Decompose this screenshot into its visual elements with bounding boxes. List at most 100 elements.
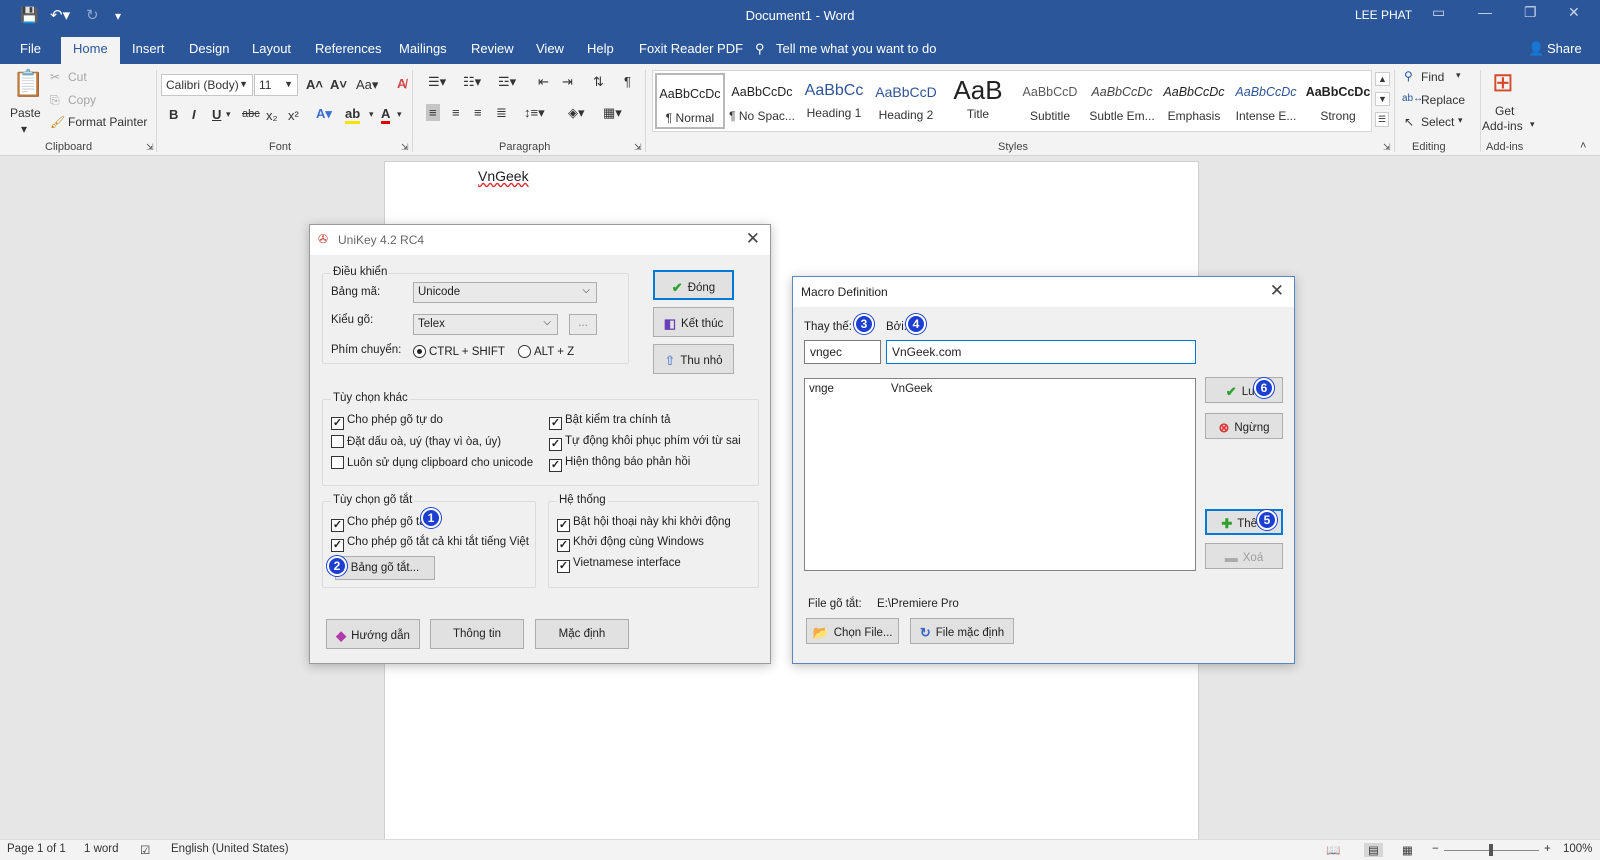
align-right-icon[interactable]: ≡	[474, 105, 482, 120]
macro-when-off-checkbox[interactable]: ✓ Cho phép gõ tắt cả khi tắt tiếng Việt	[331, 536, 529, 552]
format-painter-icon[interactable]: 🖌	[50, 115, 65, 129]
clipboard-unicode-checkbox[interactable]: Luôn sử dụng clipboard cho unicode	[331, 456, 533, 469]
copy-icon[interactable]: ⎘	[50, 93, 60, 108]
sort-icon[interactable]: ⇅	[593, 74, 604, 90]
paste-icon[interactable]: 📋	[12, 68, 44, 99]
superscript-icon[interactable]: x²	[288, 108, 299, 123]
list-item[interactable]: vnge VnGeek	[809, 383, 933, 395]
style-heading-1[interactable]: AaBbCc Heading 1	[799, 73, 869, 129]
redo-icon[interactable]: ↻	[86, 6, 99, 24]
shading-icon[interactable]: ◈▾	[568, 105, 585, 121]
tab-layout[interactable]: Layout	[252, 41, 291, 56]
minimize-button[interactable]: ⇧ Thu nhỏ	[653, 344, 734, 374]
style-heading-2[interactable]: AaBbCcD Heading 2	[871, 73, 941, 129]
find-icon[interactable]: ⚲	[1404, 69, 1413, 83]
numbering-icon[interactable]: ☷▾	[463, 74, 481, 90]
text-effects-icon[interactable]: A▾	[316, 106, 332, 122]
show-feedback-checkbox[interactable]: ✓ Hiện thông báo phản hồi	[549, 456, 690, 472]
style-no-spacing[interactable]: AaBbCcDc ¶ No Spac...	[727, 73, 797, 129]
switch-ctrl-shift-radio[interactable]: CTRL + SHIFT	[413, 345, 505, 358]
paragraph-launcher-icon[interactable]: ⇲	[634, 142, 642, 153]
select-icon[interactable]: ↖	[1404, 115, 1414, 129]
replace-input[interactable]: vngec	[804, 340, 881, 364]
align-left-icon[interactable]: ≡	[426, 104, 440, 121]
paste-dropdown-icon[interactable]: ▾	[21, 122, 27, 136]
styles-scroll-up-icon[interactable]: ▲	[1375, 72, 1390, 86]
document-text[interactable]: VnGeek	[478, 168, 529, 184]
start-with-windows-checkbox[interactable]: ✓ Khởi động cùng Windows	[557, 536, 704, 552]
macro-table-button[interactable]: Bảng gõ tắt...	[335, 556, 435, 580]
style-title[interactable]: AaB Title	[943, 73, 1013, 129]
charset-select[interactable]: Unicode ⌵	[413, 282, 597, 303]
borders-icon[interactable]: ▦▾	[603, 105, 622, 121]
word-count[interactable]: 1 word	[84, 843, 119, 855]
print-layout-icon[interactable]: ▤	[1364, 843, 1383, 857]
share-icon[interactable]: 👤	[1528, 41, 1544, 57]
highlight-dropdown-icon[interactable]: ▾	[369, 109, 374, 120]
style-emphasis[interactable]: AaBbCcDc Emphasis	[1159, 73, 1229, 129]
read-mode-icon[interactable]: 📖	[1326, 843, 1340, 857]
collapse-ribbon-icon[interactable]: ˄	[1580, 140, 1586, 152]
replace-icon[interactable]: ab↔	[1402, 93, 1423, 104]
subscript-icon[interactable]: x₂	[266, 108, 278, 123]
line-spacing-icon[interactable]: ↕≡▾	[524, 105, 545, 121]
show-on-startup-checkbox[interactable]: ✓ Bật hội thoại này khi khởi động	[557, 516, 731, 532]
replace-button[interactable]: Replace	[1421, 93, 1465, 107]
format-painter-button[interactable]: Format Painter	[68, 115, 147, 129]
web-layout-icon[interactable]: ▦	[1402, 843, 1413, 857]
macro-close-icon[interactable]: ✕	[1270, 281, 1284, 301]
styles-more-icon[interactable]: ☰	[1375, 112, 1390, 127]
copy-button[interactable]: Copy	[68, 93, 96, 107]
zoom-level[interactable]: 100%	[1563, 843, 1592, 855]
bold-icon[interactable]: B	[169, 107, 178, 122]
save-icon[interactable]: 💾	[20, 6, 39, 24]
close-button[interactable]: ✔ Đóng	[653, 270, 734, 300]
switch-alt-z-radio[interactable]: ALT + Z	[518, 345, 574, 358]
style-intense-emphasis[interactable]: AaBbCcDc Intense E...	[1231, 73, 1301, 129]
align-center-icon[interactable]: ≡	[452, 105, 460, 120]
tab-foxit[interactable]: Foxit Reader PDF	[639, 41, 743, 56]
spell-check-checkbox[interactable]: ✓ Bật kiểm tra chính tả	[549, 414, 670, 430]
macro-list[interactable]: vnge VnGeek	[804, 378, 1196, 571]
restore-icon[interactable]: ❐	[1524, 4, 1537, 21]
tab-references[interactable]: References	[315, 41, 381, 56]
share-button[interactable]: Share	[1547, 41, 1582, 56]
unikey-close-icon[interactable]: ✕	[746, 229, 760, 249]
tab-help[interactable]: Help	[587, 41, 614, 56]
stop-button[interactable]: ⊗ Ngừng	[1205, 413, 1283, 439]
strikethrough-icon[interactable]: abc	[242, 108, 260, 120]
tab-file[interactable]: File	[20, 41, 41, 56]
proofing-icon[interactable]: ☑	[140, 843, 150, 857]
auto-restore-checkbox[interactable]: ✓ Tự động khôi phục phím với từ sai	[549, 435, 741, 451]
zoom-in-icon[interactable]: +	[1544, 843, 1551, 855]
highlight-icon[interactable]: ab	[345, 106, 361, 124]
tab-design[interactable]: Design	[189, 41, 229, 56]
styles-scroll-down-icon[interactable]: ▼	[1375, 92, 1390, 106]
select-dropdown-icon[interactable]: ▾	[1458, 115, 1463, 126]
page-count[interactable]: Page 1 of 1	[7, 843, 66, 855]
underline-icon[interactable]: U	[212, 107, 221, 122]
show-formatting-icon[interactable]: ¶	[624, 74, 631, 89]
zoom-slider-thumb[interactable]	[1489, 844, 1493, 856]
tell-me-search-icon[interactable]: ⚲	[755, 41, 765, 57]
find-dropdown-icon[interactable]: ▾	[1456, 70, 1461, 81]
customize-qat-icon[interactable]: ▾	[115, 9, 121, 23]
font-color-icon[interactable]: A	[381, 106, 391, 124]
exit-button[interactable]: ◧ Kết thúc	[653, 307, 734, 337]
font-name-combo[interactable]: Calibri (Body) ▼	[161, 74, 253, 96]
change-case-icon[interactable]: Aa▾	[356, 77, 378, 93]
style-subtitle[interactable]: AaBbCcD Subtitle	[1015, 73, 1085, 129]
underline-dropdown-icon[interactable]: ▾	[226, 109, 231, 120]
free-typing-checkbox[interactable]: ✓ Cho phép gõ tự do	[331, 414, 443, 430]
clipboard-launcher-icon[interactable]: ⇲	[146, 142, 154, 153]
cut-icon[interactable]: ✂	[50, 70, 60, 84]
enable-macro-checkbox[interactable]: ✓ Cho phép gõ tắt	[331, 516, 429, 532]
find-button[interactable]: Find	[1421, 70, 1444, 84]
increase-indent-icon[interactable]: ⇥	[562, 74, 573, 90]
default-button[interactable]: Mặc định	[535, 619, 629, 649]
font-size-combo[interactable]: 11 ▼	[254, 74, 298, 96]
decrease-indent-icon[interactable]: ⇤	[538, 74, 549, 90]
tab-mailings[interactable]: Mailings	[399, 41, 447, 56]
undo-icon[interactable]: ↶▾	[50, 6, 70, 24]
tell-me-input[interactable]: Tell me what you want to do	[776, 41, 936, 56]
